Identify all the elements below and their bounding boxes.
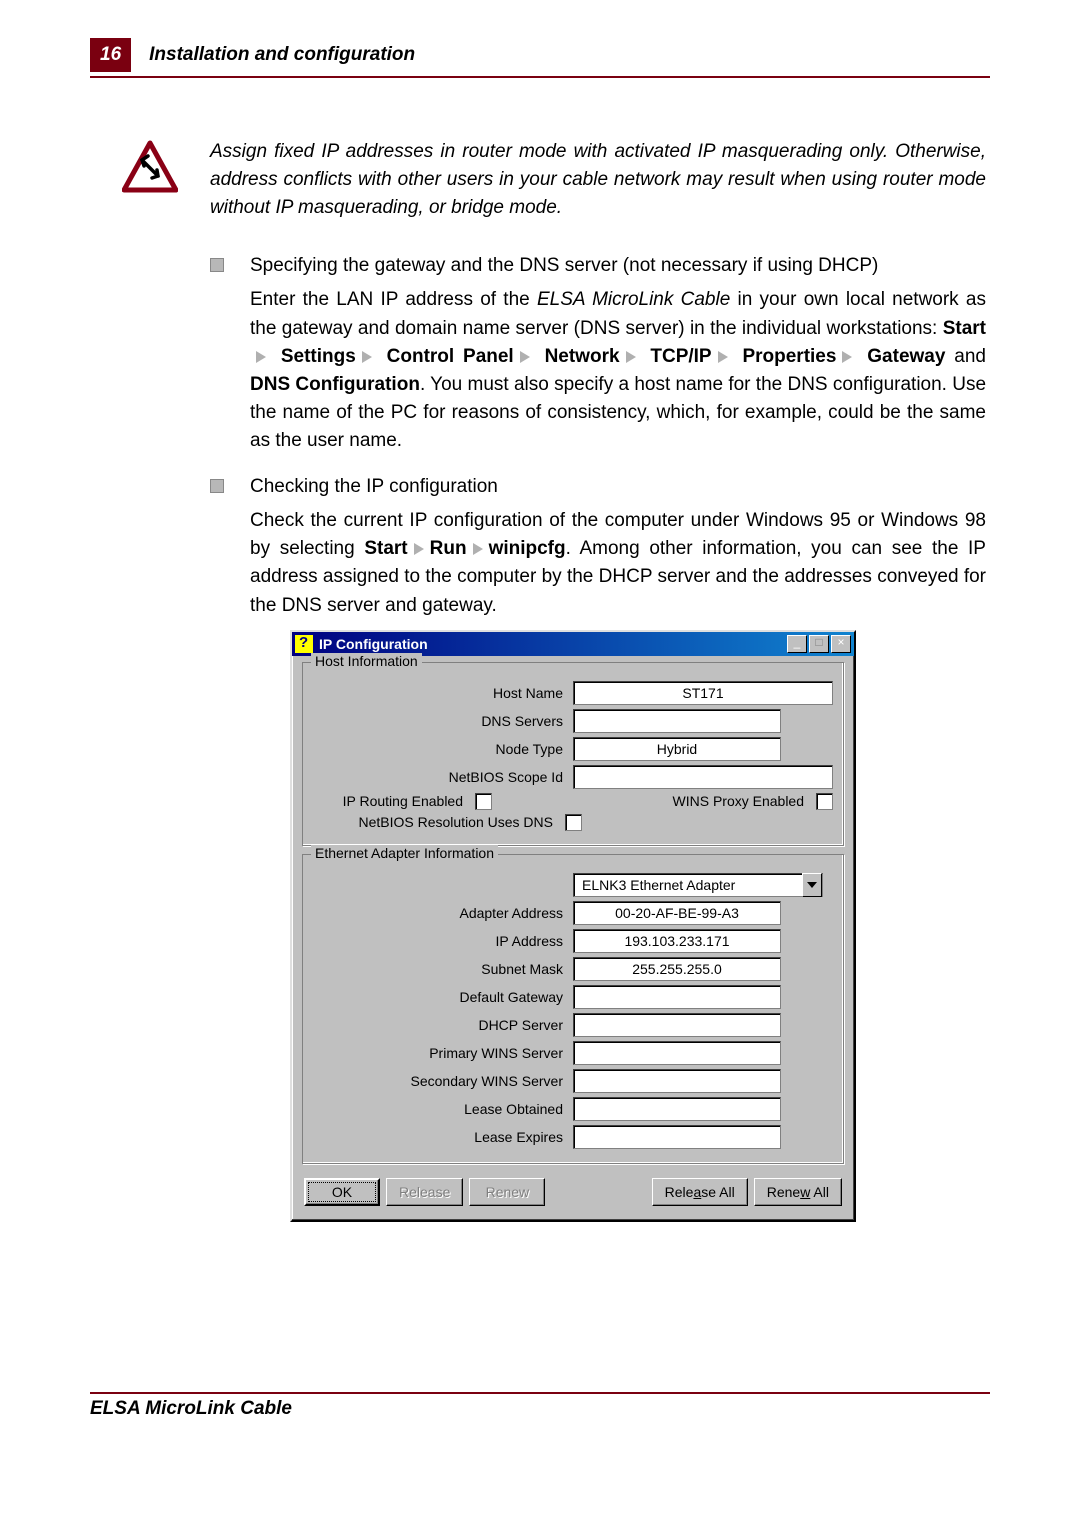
nav-arrow-icon <box>414 543 424 555</box>
nav-arrow-icon <box>718 351 728 363</box>
lease-expires-label: Lease Expires <box>313 1129 573 1145</box>
release-all-button[interactable]: Release All <box>652 1178 748 1206</box>
minimize-button[interactable]: _ <box>787 635 807 653</box>
chevron-down-icon[interactable] <box>802 873 822 897</box>
host-name-label: Host Name <box>313 685 573 701</box>
netbios-scope-value <box>573 765 833 789</box>
default-gateway-value <box>573 985 781 1009</box>
nav-arrow-icon <box>520 351 530 363</box>
ip-configuration-window: IP Configuration _ □ × Host Information … <box>290 630 856 1222</box>
node-type-value: Hybrid <box>573 737 781 761</box>
renew-all-button[interactable]: Renew All <box>754 1178 842 1206</box>
page-footer: ELSA MicroLink Cable <box>90 1392 990 1420</box>
ip-address-label: IP Address <box>313 933 573 949</box>
window-title: IP Configuration <box>319 636 787 652</box>
page-header: 16 Installation and configuration <box>90 38 990 78</box>
netbios-scope-label: NetBIOS Scope Id <box>313 769 573 785</box>
dns-servers-label: DNS Servers <box>313 713 573 729</box>
nav-arrow-icon <box>362 351 372 363</box>
renew-button: Renew <box>469 1178 545 1206</box>
lease-obtained-value <box>573 1097 781 1121</box>
ip-routing-label: IP Routing Enabled <box>313 793 469 809</box>
bullet-icon <box>210 479 224 493</box>
bullet-1-title: Specifying the gateway and the DNS serve… <box>250 252 986 280</box>
page-number-box: 16 <box>90 38 131 72</box>
adapter-address-value: 00-20-AF-BE-99-A3 <box>573 901 781 925</box>
bullet-2-title: Checking the IP configuration <box>250 473 986 501</box>
group-legend: Ethernet Adapter Information <box>311 845 498 861</box>
subnet-mask-value: 255.255.255.0 <box>573 957 781 981</box>
bullet-1-body: Enter the LAN IP address of the ELSA Mic… <box>250 286 986 455</box>
lease-expires-value <box>573 1125 781 1149</box>
default-gateway-label: Default Gateway <box>313 989 573 1005</box>
netbios-resolution-label: NetBIOS Resolution Uses DNS <box>313 814 559 830</box>
bullet-2-body: Check the current IP configuration of th… <box>250 507 986 619</box>
group-legend: Host Information <box>311 653 422 669</box>
adapter-dropdown[interactable]: ELNK3 Ethernet Adapter <box>573 873 823 897</box>
close-button[interactable]: × <box>831 635 851 653</box>
bullet-icon <box>210 258 224 272</box>
lease-obtained-label: Lease Obtained <box>313 1101 573 1117</box>
warning-text: Assign fixed IP addresses in router mode… <box>210 138 986 222</box>
warning-triangle-icon <box>122 140 178 196</box>
ethernet-adapter-group: Ethernet Adapter Information ELNK3 Ether… <box>302 854 844 1164</box>
nav-arrow-icon <box>626 351 636 363</box>
host-name-value: ST171 <box>573 681 833 705</box>
maximize-button: □ <box>809 635 829 653</box>
app-icon <box>295 635 313 653</box>
ip-routing-checkbox[interactable] <box>475 793 492 810</box>
primary-wins-label: Primary WINS Server <box>313 1045 573 1061</box>
netbios-resolution-checkbox[interactable] <box>565 814 582 831</box>
nav-arrow-icon <box>473 543 483 555</box>
ok-button[interactable]: OK <box>304 1178 380 1206</box>
nav-arrow-icon <box>256 351 266 363</box>
dns-servers-value <box>573 709 781 733</box>
host-information-group: Host Information Host Name ST171 DNS Ser… <box>302 662 844 846</box>
adapter-dropdown-value: ELNK3 Ethernet Adapter <box>582 874 802 896</box>
node-type-label: Node Type <box>313 741 573 757</box>
wins-proxy-checkbox[interactable] <box>816 793 833 810</box>
adapter-address-label: Adapter Address <box>313 905 573 921</box>
dhcp-server-label: DHCP Server <box>313 1017 573 1033</box>
dhcp-server-value <box>573 1013 781 1037</box>
release-button: Release <box>386 1178 463 1206</box>
secondary-wins-value <box>573 1069 781 1093</box>
subnet-mask-label: Subnet Mask <box>313 961 573 977</box>
nav-arrow-icon <box>842 351 852 363</box>
primary-wins-value <box>573 1041 781 1065</box>
ip-address-value: 193.103.233.171 <box>573 929 781 953</box>
wins-proxy-label: WINS Proxy Enabled <box>673 793 811 809</box>
section-title: Installation and configuration <box>149 44 415 66</box>
secondary-wins-label: Secondary WINS Server <box>313 1073 573 1089</box>
